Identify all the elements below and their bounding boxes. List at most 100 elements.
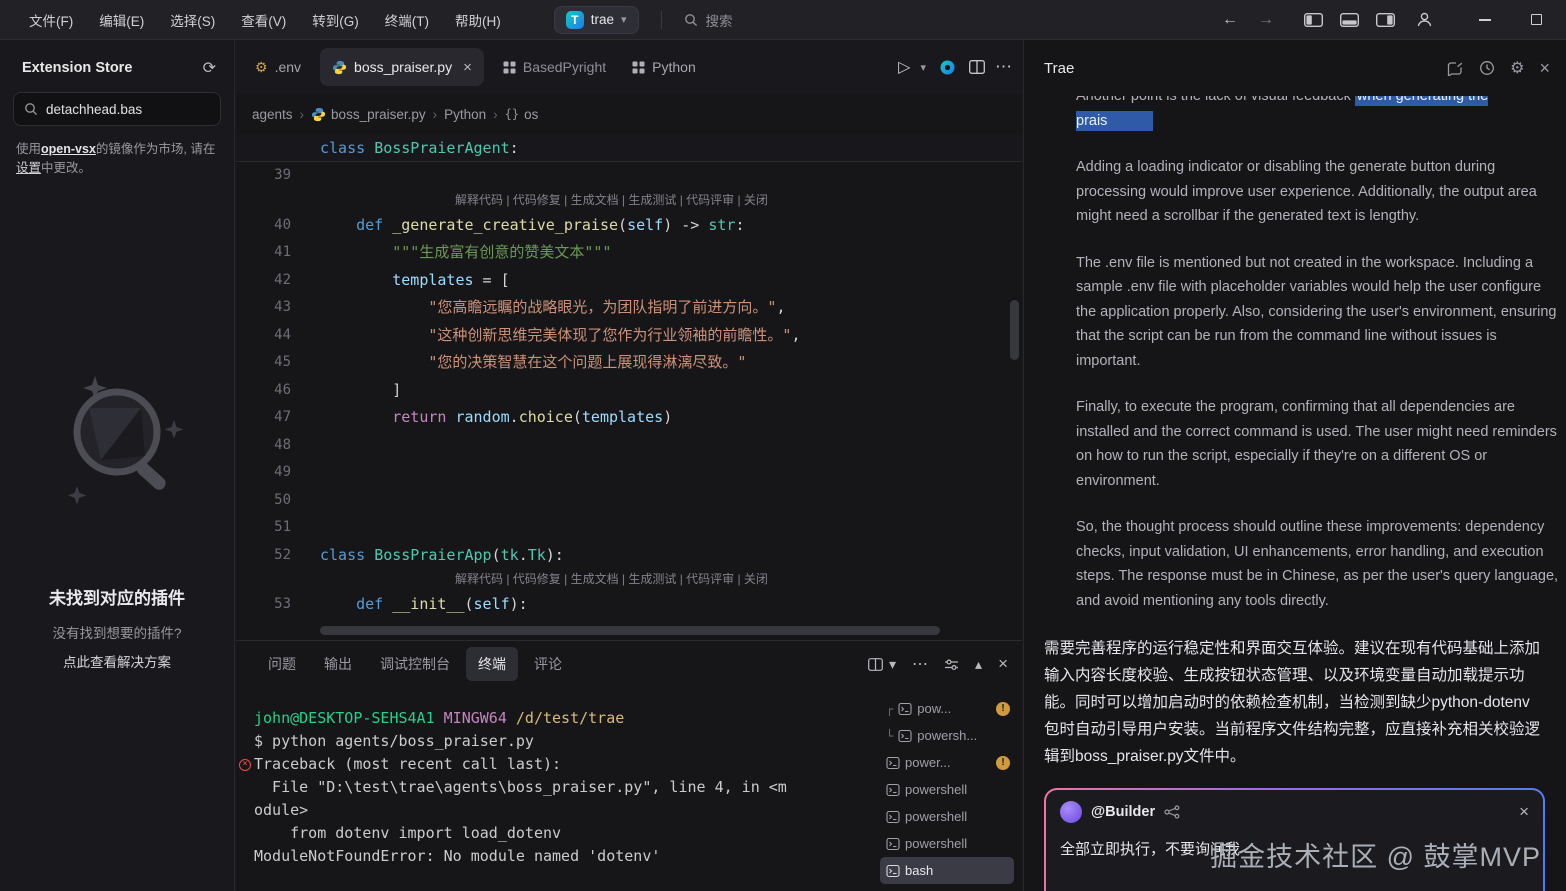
code-editor[interactable]: class BossPraierAgent: 39解释代码 | 代码修复 | 生…	[236, 134, 1022, 640]
remove-mention-icon[interactable]: ×	[1519, 802, 1529, 822]
terminal-list-item[interactable]: └powersh...	[880, 722, 1014, 749]
codelens[interactable]: 解释代码 | 代码修复 | 生成文档 | 生成测试 | 代码评审 | 关闭	[236, 190, 1022, 212]
code-line[interactable]: 49	[236, 459, 1022, 487]
panel-tab-评论[interactable]: 评论	[522, 647, 574, 681]
open-vsx-link[interactable]: open-vsx	[41, 142, 96, 156]
panel-tab-问题[interactable]: 问题	[256, 647, 308, 681]
panel-tab-输出[interactable]: 输出	[312, 647, 364, 681]
terminal-list-item[interactable]: bash	[880, 857, 1014, 884]
thought-paragraph: Finally, to execute the program, confirm…	[1076, 395, 1560, 493]
breadcrumb-item[interactable]: Python	[444, 107, 486, 122]
code-line[interactable]: 39	[236, 162, 1022, 190]
line-number[interactable]: 46	[236, 377, 291, 405]
sticky-line[interactable]: class BossPraierAgent:	[236, 134, 1022, 162]
line-number[interactable]: 50	[236, 487, 291, 515]
line-number[interactable]: 48	[236, 432, 291, 460]
extension-search-box[interactable]	[13, 92, 221, 126]
line-number[interactable]: 53	[236, 591, 291, 619]
terminal-output[interactable]: john@DESKTOP-SEHS4A1 MINGW64 /d/test/tra…	[236, 687, 880, 891]
breadcrumb-item[interactable]: agents	[252, 107, 293, 122]
split-terminal-icon[interactable]	[868, 658, 883, 671]
line-number[interactable]: 47	[236, 404, 291, 432]
close-tab-icon[interactable]: ×	[463, 59, 472, 76]
terminal-list-item[interactable]: powershell	[880, 776, 1014, 803]
tab--env[interactable]: ⚙.env	[242, 40, 314, 94]
code-line[interactable]: 46 ]	[236, 377, 1022, 405]
menu-item[interactable]: 文件(F)	[16, 10, 86, 30]
global-search[interactable]: 搜索	[684, 10, 733, 30]
refresh-icon[interactable]: ⟳	[203, 58, 216, 78]
code-line[interactable]: 51	[236, 514, 1022, 542]
more-actions-icon[interactable]: ⋯	[995, 57, 1012, 77]
code-line[interactable]: 50	[236, 487, 1022, 515]
code-line[interactable]: 41 """生成富有创意的赞美文本"""	[236, 239, 1022, 267]
menu-item[interactable]: 帮助(H)	[442, 10, 514, 30]
builder-mention[interactable]: @Builder	[1091, 804, 1155, 820]
toggle-bottom-panel-icon[interactable]	[1340, 13, 1359, 27]
code-line[interactable]: 40 def _generate_creative_praise(self) -…	[236, 212, 1022, 240]
launch-profile-chevron-icon[interactable]: ▾	[889, 656, 896, 673]
tab-basedpyright[interactable]: BasedPyright	[490, 40, 619, 94]
maximize-panel-icon[interactable]: ▴	[975, 656, 982, 673]
account-icon[interactable]	[1416, 11, 1433, 28]
split-editor-icon[interactable]	[969, 60, 985, 74]
line-number[interactable]: 43	[236, 294, 291, 322]
tab-python[interactable]: Python	[619, 40, 709, 94]
back-icon[interactable]: ←	[1222, 11, 1238, 29]
history-icon[interactable]	[1479, 60, 1495, 76]
menu-item[interactable]: 编辑(E)	[86, 10, 157, 30]
code-line[interactable]: 53 def __init__(self):	[236, 591, 1022, 619]
toggle-left-panel-icon[interactable]	[1304, 13, 1323, 27]
line-number[interactable]: 42	[236, 267, 291, 295]
workflow-icon[interactable]	[1164, 805, 1180, 819]
app-menu-button[interactable]: T trae ▾	[554, 6, 639, 34]
tab-boss-praiser-py[interactable]: boss_praiser.py×	[320, 48, 484, 86]
line-number[interactable]: 40	[236, 212, 291, 240]
run-dropdown-icon[interactable]: ▾	[920, 61, 926, 74]
settings-gear-icon[interactable]: ⚙	[1510, 58, 1524, 78]
horizontal-scrollbar[interactable]	[320, 626, 940, 635]
code-line[interactable]: 44 "这种创新思维完美体现了您作为行业领袖的前瞻性。",	[236, 322, 1022, 350]
run-button[interactable]: ▷	[898, 57, 910, 77]
code-line[interactable]: 47 return random.choice(templates)	[236, 404, 1022, 432]
menu-item[interactable]: 查看(V)	[228, 10, 299, 30]
forward-icon[interactable]: →	[1258, 11, 1274, 29]
vertical-scrollbar[interactable]	[1010, 300, 1019, 360]
maximize-button[interactable]	[1531, 14, 1542, 25]
close-chat-icon[interactable]: ×	[1539, 58, 1550, 79]
more-icon[interactable]: ⋯	[912, 654, 928, 674]
panel-tab-终端[interactable]: 终端	[466, 647, 518, 681]
menu-item[interactable]: 转到(G)	[299, 10, 372, 30]
terminal-list-item[interactable]: ┌pow...!	[880, 695, 1014, 722]
codelens[interactable]: 解释代码 | 代码修复 | 生成文档 | 生成测试 | 代码评审 | 关闭	[236, 569, 1022, 591]
trae-ai-icon[interactable]	[939, 59, 956, 76]
settings-link[interactable]: 设置	[16, 161, 41, 175]
breadcrumb-item[interactable]: boss_praiser.py	[311, 107, 426, 122]
code-line[interactable]: 42 templates = [	[236, 267, 1022, 295]
menu-item[interactable]: 终端(T)	[372, 10, 442, 30]
panel-tab-调试控制台[interactable]: 调试控制台	[368, 647, 462, 681]
terminal-list-item[interactable]: powershell	[880, 830, 1014, 857]
line-number[interactable]: 39	[236, 162, 291, 190]
close-panel-icon[interactable]: ×	[998, 654, 1008, 674]
terminal-list-item[interactable]: power...!	[880, 749, 1014, 776]
code-line[interactable]: 52class BossPraierApp(tk.Tk):	[236, 542, 1022, 570]
toggle-right-panel-icon[interactable]	[1376, 13, 1395, 27]
extension-search-input[interactable]	[46, 102, 206, 117]
line-number[interactable]: 51	[236, 514, 291, 542]
breadcrumb-item[interactable]: {}os	[505, 107, 539, 122]
line-number[interactable]: 52	[236, 542, 291, 570]
code-line[interactable]: 48	[236, 432, 1022, 460]
line-number[interactable]: 49	[236, 459, 291, 487]
solution-link[interactable]: 点此查看解决方案	[0, 651, 234, 671]
line-number[interactable]: 41	[236, 239, 291, 267]
code-line[interactable]: 43 "您高瞻远瞩的战略眼光，为团队指明了前进方向。",	[236, 294, 1022, 322]
minimize-button[interactable]	[1479, 19, 1491, 21]
terminal-settings-icon[interactable]	[944, 658, 959, 671]
new-chat-icon[interactable]	[1447, 60, 1464, 76]
code-line[interactable]: 45 "您的决策智慧在这个问题上展现得淋漓尽致。"	[236, 349, 1022, 377]
terminal-list-item[interactable]: powershell	[880, 803, 1014, 830]
line-number[interactable]: 44	[236, 322, 291, 350]
menu-item[interactable]: 选择(S)	[157, 10, 228, 30]
line-number[interactable]: 45	[236, 349, 291, 377]
